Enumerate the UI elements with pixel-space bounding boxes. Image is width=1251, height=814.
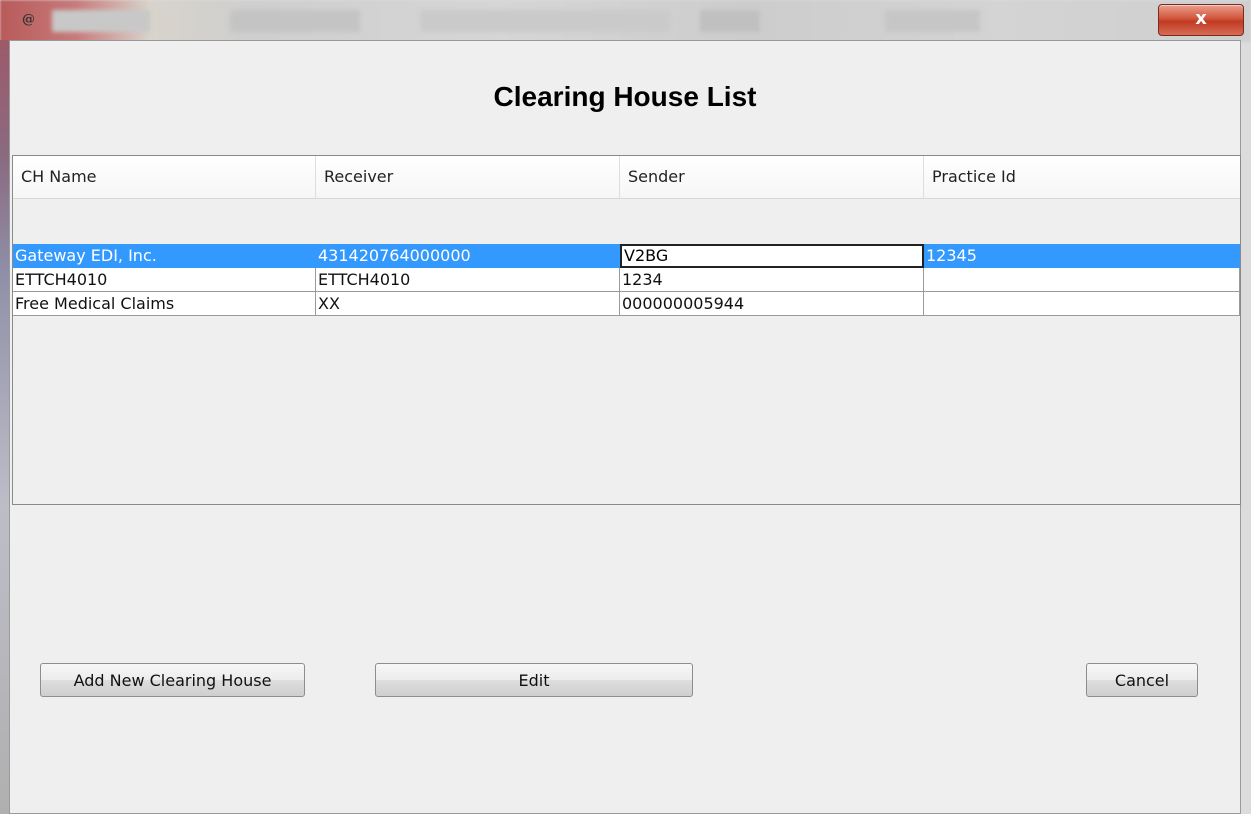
dialog-title: Clearing House List [493, 81, 757, 112]
cell-sender[interactable]: 1234 [620, 268, 924, 292]
background-tab [52, 10, 150, 32]
cell-sender[interactable]: 000000005944 [620, 292, 924, 316]
close-button[interactable]: x [1158, 4, 1244, 36]
cell-ch-name[interactable]: Gateway EDI, Inc. [13, 244, 316, 268]
close-icon: x [1195, 8, 1207, 29]
background-tab [700, 10, 760, 32]
cell-practice-id[interactable]: 12345 [924, 244, 1240, 268]
cancel-button[interactable]: Cancel [1086, 663, 1198, 697]
table-row[interactable]: Gateway EDI, Inc. 431420764000000 V2BG 1… [13, 244, 1240, 268]
app-icon: @ [22, 12, 35, 27]
cell-ch-name[interactable]: Free Medical Claims [13, 292, 316, 316]
column-header-practice-id[interactable]: Practice Id [924, 156, 1240, 198]
edit-button[interactable]: Edit [375, 663, 693, 697]
table-row[interactable]: Free Medical Claims XX 000000005944 [13, 292, 1240, 316]
table-header: CH Name Receiver Sender Practice Id [13, 156, 1240, 199]
cell-sender-editor[interactable]: V2BG [620, 244, 924, 268]
background-tab [420, 10, 670, 32]
cell-practice-id[interactable] [924, 268, 1240, 292]
column-header-receiver[interactable]: Receiver [316, 156, 620, 198]
cell-receiver[interactable]: 431420764000000 [316, 244, 620, 268]
background-tab [885, 10, 980, 32]
add-new-clearing-house-button[interactable]: Add New Clearing House [40, 663, 305, 697]
cell-ch-name[interactable]: ETTCH4010 [13, 268, 316, 292]
clearing-house-table[interactable]: CH Name Receiver Sender Practice Id Gate… [12, 155, 1241, 505]
cell-receiver[interactable]: ETTCH4010 [316, 268, 620, 292]
table-row[interactable]: ETTCH4010 ETTCH4010 1234 [13, 268, 1240, 292]
cell-receiver[interactable]: XX [316, 292, 620, 316]
column-header-ch-name[interactable]: CH Name [13, 156, 316, 198]
cell-practice-id[interactable] [924, 292, 1240, 316]
column-header-sender[interactable]: Sender [620, 156, 924, 198]
background-tab [230, 10, 360, 32]
